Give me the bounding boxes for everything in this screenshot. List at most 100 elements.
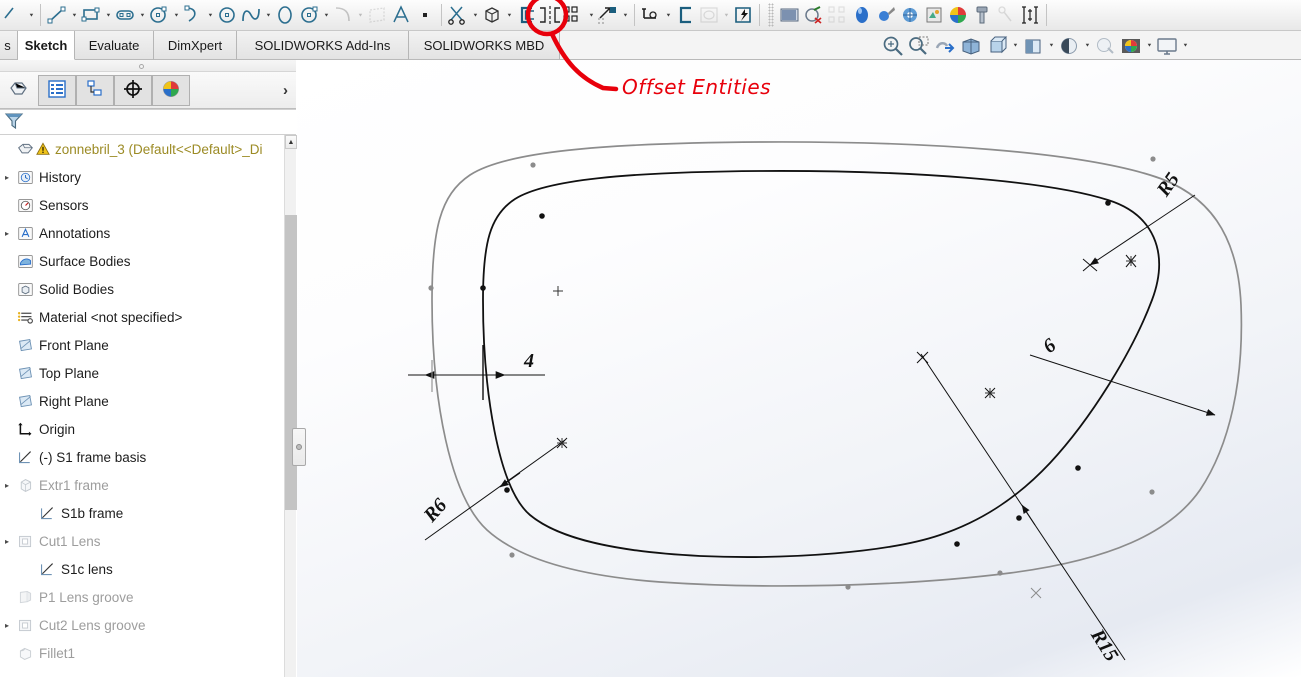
expand-chevron-icon[interactable]: ▸ (0, 481, 14, 490)
chevron-down-icon[interactable] (26, 2, 36, 28)
toolbar-button-line-partial[interactable] (2, 0, 36, 30)
toolbar-button-polygon[interactable] (215, 0, 239, 30)
view-button-viewport[interactable] (1154, 31, 1190, 61)
tree-item-top-plane[interactable]: Top Plane (0, 359, 284, 387)
tree-item-fillet1[interactable]: Fillet1 (0, 639, 284, 667)
chevron-down-icon[interactable] (1046, 33, 1056, 59)
toolbar-button-simulation[interactable] (778, 0, 802, 30)
toolbar-button-trim-entities[interactable] (446, 0, 480, 30)
feature-tree-filter[interactable] (0, 109, 296, 135)
toolbar-button-line[interactable] (45, 0, 79, 30)
panel-drag-handle[interactable] (0, 60, 296, 72)
chevron-down-icon[interactable] (205, 2, 215, 28)
chevron-down-icon[interactable] (620, 2, 630, 28)
tree-item-s1-frame-basis[interactable]: (-) S1 frame basis (0, 443, 284, 471)
toolbar-button-spline[interactable] (239, 0, 273, 30)
panel-tab-dimxpert-manager[interactable] (114, 75, 152, 106)
tree-item-p1-lens-groove[interactable]: P1 Lens groove (0, 583, 284, 611)
panel-splitter-handle[interactable] (292, 428, 306, 466)
chevron-down-icon[interactable] (721, 2, 731, 28)
view-button-display-style[interactable] (984, 31, 1020, 61)
toolbar-button-convert-entities[interactable] (480, 0, 514, 30)
tree-item-sensors[interactable]: Sensors (0, 191, 284, 219)
graphics-area[interactable] (297, 60, 1301, 677)
toolbar-button-sketch-fillet[interactable] (331, 0, 365, 30)
tree-item-right-plane[interactable]: Right Plane (0, 387, 284, 415)
chevron-down-icon[interactable] (263, 2, 273, 28)
tree-item-extr1-frame[interactable]: ▸ Extr1 frame (0, 471, 284, 499)
chevron-down-icon[interactable] (1180, 33, 1190, 59)
tab-solidworks-add-ins[interactable]: SOLIDWORKS Add-Ins (237, 31, 409, 60)
toolbar-button-rectangle[interactable] (79, 0, 113, 30)
tab-dimxpert[interactable]: DimXpert (154, 31, 237, 60)
expand-chevron-icon[interactable]: ▸ (0, 173, 14, 182)
expand-chevron-icon[interactable]: ▸ (0, 537, 14, 546)
tree-item-solid-bodies[interactable]: Solid Bodies (0, 275, 284, 303)
tree-item-front-plane[interactable]: Front Plane (0, 331, 284, 359)
tree-item-origin[interactable]: Origin (0, 415, 284, 443)
tree-item-s1b-frame[interactable]: S1b frame (0, 499, 284, 527)
toolbar-button-final-render[interactable] (946, 0, 970, 30)
toolbar-button-move-entities[interactable] (596, 0, 630, 30)
tree-item-material-not-specified[interactable]: Material <not specified> (0, 303, 284, 331)
toolbar-button-circle[interactable] (147, 0, 181, 30)
chevron-down-icon[interactable] (663, 2, 673, 28)
offset-distance-dimension[interactable]: 4 (524, 350, 534, 373)
tree-item-annotations[interactable]: ▸ Annotations (0, 219, 284, 247)
view-button-zoom-to-area[interactable] (906, 31, 932, 61)
chevron-down-icon[interactable] (321, 2, 331, 28)
tree-item-cut2-lens-groove[interactable]: ▸ Cut2 Lens groove (0, 611, 284, 639)
expand-chevron-icon[interactable]: ▸ (0, 621, 14, 630)
toolbar-button-slot[interactable] (113, 0, 147, 30)
panel-expand-chevron[interactable]: › (283, 82, 288, 99)
panel-tab-configuration-manager[interactable] (76, 75, 114, 106)
chevron-down-icon[interactable] (355, 2, 365, 28)
chevron-down-icon[interactable] (171, 2, 181, 28)
panel-tab-strip[interactable]: › (0, 72, 296, 109)
tab-s[interactable]: s (0, 31, 18, 60)
tree-item-surface-bodies[interactable]: Surface Bodies (0, 247, 284, 275)
toolbar-button-repair-sketch[interactable] (673, 0, 697, 30)
tree-item-history[interactable]: ▸ History (0, 163, 284, 191)
chevron-down-icon[interactable] (1010, 33, 1020, 59)
expand-chevron-icon[interactable]: ▸ (0, 229, 14, 238)
toolbar-button-measure[interactable] (1018, 0, 1042, 30)
toolbar-button-display-delete-relations[interactable] (639, 0, 673, 30)
scrollbar-up-arrow[interactable]: ▲ (285, 135, 297, 149)
chevron-down-icon[interactable] (1082, 33, 1092, 59)
panel-tab-display-manager[interactable] (152, 75, 190, 106)
tab-sketch[interactable]: Sketch (18, 31, 75, 60)
view-button-edit-appearance[interactable] (1056, 31, 1092, 61)
panel-tab-feature-manager[interactable] (0, 75, 38, 106)
tree-item-zonnebril-3-default-default-di[interactable]: zonnebril_3 (Default<<Default>_Di (0, 135, 284, 163)
chevron-down-icon[interactable] (103, 2, 113, 28)
tab-evaluate[interactable]: Evaluate (75, 31, 154, 60)
toolbar-button-linear-sketch-pattern[interactable] (562, 0, 596, 30)
chevron-down-icon[interactable] (470, 2, 480, 28)
tree-item-cut1-lens[interactable]: ▸ Cut1 Lens (0, 527, 284, 555)
chevron-down-icon[interactable] (69, 2, 79, 28)
feature-tree[interactable]: zonnebril_3 (Default<<Default>_Di ▸ Histor… (0, 135, 284, 677)
tree-item-s1c-lens[interactable]: S1c lens (0, 555, 284, 583)
toolbar-button-photoview[interactable] (850, 0, 874, 30)
toolbar-button-appearance[interactable] (874, 0, 898, 30)
chevron-down-icon[interactable] (1144, 33, 1154, 59)
toolbar-button-parabola[interactable] (297, 0, 331, 30)
toolbar-button-mirror-entities[interactable] (538, 0, 562, 30)
tab-solidworks-mbd[interactable]: SOLIDWORKS MBD (409, 31, 560, 60)
chevron-down-icon[interactable] (586, 2, 596, 28)
toolbar-button-offset-entities[interactable] (514, 0, 538, 30)
view-button-section-view[interactable] (932, 31, 958, 61)
feature-manager-panel[interactable]: › zonnebril_3 (Default<<Default>_Di ▸ Hist… (0, 60, 297, 677)
toolbar-button-ellipse[interactable] (273, 0, 297, 30)
chevron-down-icon[interactable] (137, 2, 147, 28)
toolbar-button-scene[interactable] (898, 0, 922, 30)
chevron-down-icon[interactable] (504, 2, 514, 28)
view-button-view-settings[interactable] (1118, 31, 1154, 61)
feature-tree-scrollbar[interactable]: ▲ (284, 135, 297, 677)
toolbar-button-arc[interactable] (181, 0, 215, 30)
toolbar-button-text[interactable] (389, 0, 413, 30)
toolbar-button-rapid-sketch[interactable] (731, 0, 755, 30)
view-button-view-orientation[interactable] (958, 31, 984, 61)
view-button-apply-scene[interactable] (1092, 31, 1118, 61)
